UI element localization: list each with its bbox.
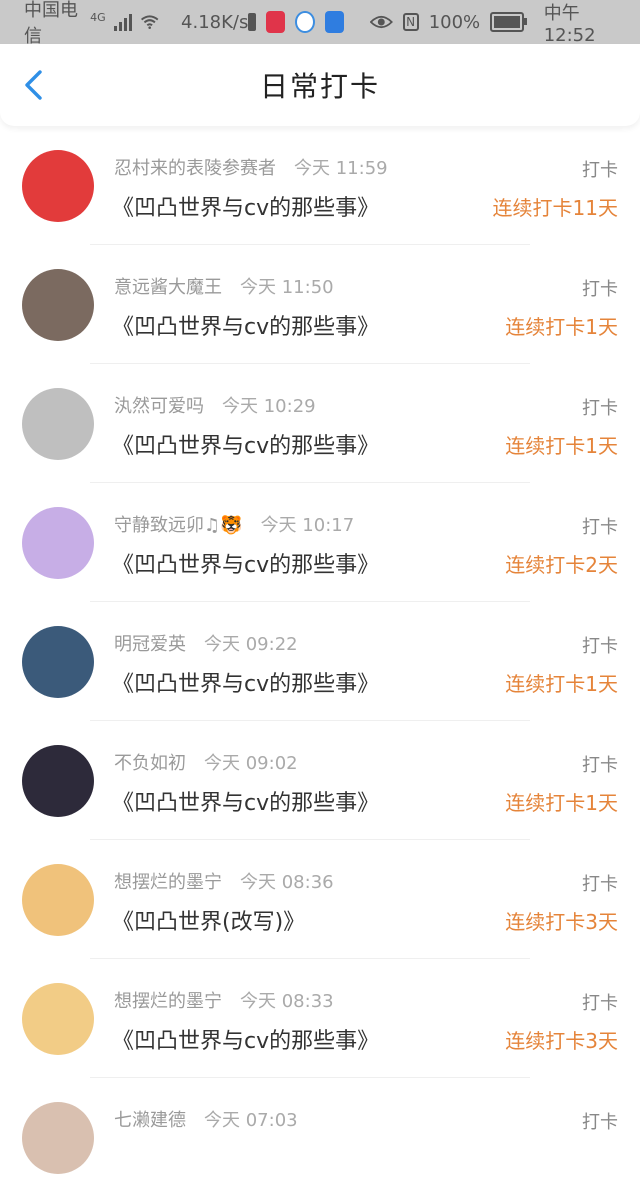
avatar[interactable]	[22, 983, 94, 1055]
checkin-label[interactable]: 打卡	[582, 751, 618, 777]
streak-label: 连续打卡1天	[505, 434, 618, 458]
avatar[interactable]	[22, 1102, 94, 1174]
alert-icon	[248, 13, 257, 31]
battery-percent: 100%	[428, 11, 481, 33]
book-title[interactable]: 《凹凸世界与cv的那些事》	[112, 309, 379, 341]
timestamp: 今天 09:02	[204, 753, 298, 774]
browser-notification-icon	[295, 11, 315, 33]
book-title[interactable]: 《凹凸世界与cv的那些事》	[112, 666, 379, 698]
checkin-label[interactable]: 打卡	[582, 1108, 618, 1134]
timestamp: 今天 09:22	[204, 634, 298, 655]
streak-label: 连续打卡11天	[492, 196, 618, 220]
streak-label: 连续打卡1天	[505, 791, 618, 815]
checkin-label[interactable]: 打卡	[582, 632, 618, 658]
book-title[interactable]: 《凹凸世界与cv的那些事》	[112, 785, 379, 817]
nav-header: 日常打卡	[0, 44, 640, 126]
chevron-left-icon[interactable]	[20, 70, 50, 100]
book-title[interactable]: 《凹凸世界与cv的那些事》	[112, 190, 379, 222]
user-name[interactable]: 不负如初	[114, 749, 186, 775]
list-item[interactable]: 想摆烂的墨宁 今天 08:36 《凹凸世界(改写)》 打卡 连续打卡3天	[0, 840, 640, 959]
checkin-label[interactable]: 打卡	[582, 989, 618, 1015]
avatar[interactable]	[22, 626, 94, 698]
avatar[interactable]	[22, 388, 94, 460]
list-item[interactable]: 明冠爱英 今天 09:22 《凹凸世界与cv的那些事》 打卡 连续打卡1天	[0, 602, 640, 721]
user-name[interactable]: 明冠爱英	[114, 630, 186, 656]
wifi-icon	[140, 15, 159, 29]
book-title[interactable]: 《凹凸世界与cv的那些事》	[112, 547, 379, 579]
user-name[interactable]: 汍然可爱吗	[114, 392, 204, 418]
eye-icon	[369, 15, 393, 29]
user-name[interactable]: 想摆烂的墨宁	[114, 987, 222, 1013]
streak-label: 连续打卡3天	[505, 1029, 618, 1053]
streak-label: 连续打卡3天	[505, 910, 618, 934]
avatar[interactable]	[22, 150, 94, 222]
battery-icon	[490, 12, 527, 32]
list-item[interactable]: 守静致远卯♫🐯 今天 10:17 《凹凸世界与cv的那些事》 打卡 连续打卡2天	[0, 483, 640, 602]
user-name[interactable]: 守静致远卯♫🐯	[114, 511, 243, 537]
network-speed: 4.18K/s	[181, 11, 249, 33]
avatar[interactable]	[22, 269, 94, 341]
list-item[interactable]: 忍村来的表陵参赛者 今天 11:59 《凹凸世界与cv的那些事》 打卡 连续打卡1…	[0, 126, 640, 245]
list-item[interactable]: 不负如初 今天 09:02 《凹凸世界与cv的那些事》 打卡 连续打卡1天	[0, 721, 640, 840]
timestamp: 今天 11:59	[294, 158, 388, 179]
app-notification-icon	[266, 11, 286, 33]
status-bar: 中国电信 4G 4.18K/s N 100% 中午12:52	[0, 0, 640, 47]
streak-label: 连续打卡1天	[505, 672, 618, 696]
timestamp: 今天 10:29	[222, 396, 316, 417]
list-item[interactable]: 想摆烂的墨宁 今天 08:33 《凹凸世界与cv的那些事》 打卡 连续打卡3天	[0, 959, 640, 1078]
checkin-label[interactable]: 打卡	[582, 156, 618, 182]
user-name[interactable]: 忍村来的表陵参赛者	[114, 154, 276, 180]
checkin-label[interactable]: 打卡	[582, 870, 618, 896]
checkin-label[interactable]: 打卡	[582, 275, 618, 301]
streak-label: 连续打卡2天	[505, 553, 618, 577]
timestamp: 今天 11:50	[240, 277, 334, 298]
avatar[interactable]	[22, 745, 94, 817]
user-name[interactable]: 意远酱大魔王	[114, 273, 222, 299]
network-type: 4G	[90, 10, 106, 24]
checkin-label[interactable]: 打卡	[582, 394, 618, 420]
timestamp: 今天 10:17	[260, 515, 355, 536]
signal-icon	[113, 13, 132, 31]
list-item[interactable]: 汍然可爱吗 今天 10:29 《凹凸世界与cv的那些事》 打卡 连续打卡1天	[0, 364, 640, 483]
user-name[interactable]: 想摆烂的墨宁	[114, 868, 222, 894]
book-title[interactable]: 《凹凸世界与cv的那些事》	[112, 428, 379, 460]
timestamp: 今天 08:33	[240, 991, 334, 1012]
page-title: 日常打卡	[259, 70, 380, 103]
bulb-notification-icon	[324, 11, 344, 33]
avatar[interactable]	[22, 507, 94, 579]
timestamp: 今天 08:36	[240, 872, 334, 893]
book-title[interactable]: 《凹凸世界(改写)》	[112, 904, 305, 936]
checkin-list: 忍村来的表陵参赛者 今天 11:59 《凹凸世界与cv的那些事》 打卡 连续打卡1…	[0, 126, 640, 1197]
carrier-label: 中国电信	[24, 0, 78, 47]
user-name[interactable]: 七濑建德	[114, 1106, 186, 1132]
list-item[interactable]: 意远酱大魔王 今天 11:50 《凹凸世界与cv的那些事》 打卡 连续打卡1天	[0, 245, 640, 364]
streak-label: 连续打卡1天	[505, 315, 618, 339]
timestamp: 今天 07:03	[204, 1110, 298, 1131]
clock: 中午12:52	[543, 2, 596, 46]
nfc-icon: N	[402, 13, 419, 31]
checkin-label[interactable]: 打卡	[582, 513, 618, 539]
avatar[interactable]	[22, 864, 94, 936]
book-title[interactable]: 《凹凸世界与cv的那些事》	[112, 1023, 379, 1055]
